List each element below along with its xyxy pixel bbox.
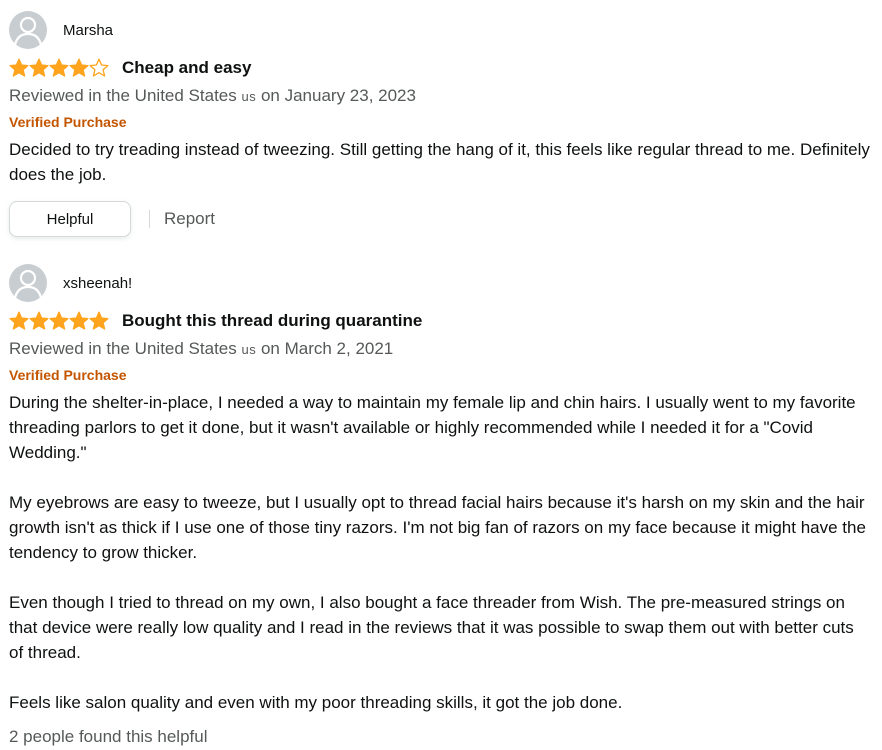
star-filled-icon [9,58,29,77]
star-filled-icon [89,311,109,330]
review-actions: Helpful Report [9,201,872,237]
reviewer-name: Marsha [63,21,114,39]
review-title[interactable]: Bought this thread during quarantine [122,311,422,331]
review-paragraph: My eyebrows are easy to tweeze, but I us… [9,493,866,562]
star-rating[interactable] [9,311,109,331]
country-code: us [241,89,257,104]
review-title[interactable]: Cheap and easy [122,58,251,78]
avatar [9,264,47,302]
star-filled-icon [29,58,49,77]
star-rating[interactable] [9,58,109,78]
verified-purchase-badge[interactable]: Verified Purchase [9,113,872,131]
star-empty-icon [89,58,109,77]
review-date: on January 23, 2023 [260,86,416,105]
review-paragraph: Feels like salon quality and even with m… [9,693,623,712]
review-card: Marsha Cheap and easy Reviewed in the Un… [9,11,872,237]
reviewer-profile[interactable]: xsheenah! [9,264,872,302]
country-code: us [241,342,257,357]
user-icon [13,269,43,299]
star-filled-icon [49,58,69,77]
helpful-button[interactable]: Helpful [9,201,131,237]
review-location: Reviewed in the United States [9,86,237,105]
star-filled-icon [9,311,29,330]
review-paragraph: During the shelter-in-place, I needed a … [9,393,856,462]
star-filled-icon [69,311,89,330]
review-body: During the shelter-in-place, I needed a … [9,390,872,715]
found-helpful-count: 2 people found this helpful [9,727,208,746]
review-body: Decided to try treading instead of tweez… [9,137,872,187]
user-icon [13,16,43,46]
star-filled-icon [49,311,69,330]
review-location: Reviewed in the United States [9,339,237,358]
divider [149,210,150,228]
reviewer-profile[interactable]: Marsha [9,11,872,49]
reviewer-name: xsheenah! [63,274,133,292]
review-paragraph: Decided to try treading instead of tweez… [9,140,870,184]
review-meta: Reviewed in the United States us on Marc… [9,338,872,361]
review-meta: Reviewed in the United States us on Janu… [9,85,872,108]
review-paragraph: Even though I tried to thread on my own,… [9,593,854,662]
star-filled-icon [69,58,89,77]
review-card: xsheenah! Bought this thread during quar… [9,264,872,747]
review-date: on March 2, 2021 [260,339,394,358]
avatar [9,11,47,49]
star-filled-icon [29,311,49,330]
verified-purchase-badge[interactable]: Verified Purchase [9,366,872,384]
report-link[interactable]: Report [164,209,215,229]
